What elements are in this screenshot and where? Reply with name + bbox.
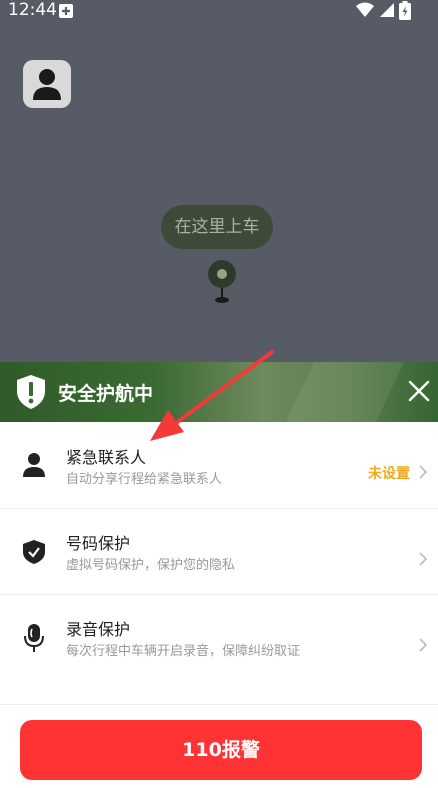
- battery-charging-icon: [399, 1, 411, 25]
- status-badge: 未设置: [368, 466, 410, 482]
- signal-icon: [378, 2, 394, 23]
- microphone-icon: [22, 623, 46, 657]
- chevron-right-icon: [418, 551, 428, 571]
- list-item-number-protection[interactable]: 号码保护 虚拟号码保护，保护您的隐私: [0, 510, 438, 596]
- list-item-emergency-contact[interactable]: 紧急联系人 自动分享行程给紧急联系人 未设置: [0, 422, 438, 508]
- pickup-label: 在这里上车: [161, 205, 273, 249]
- person-icon: [33, 69, 61, 100]
- divider: [0, 704, 438, 705]
- person-icon: [22, 452, 46, 482]
- divider: [0, 594, 438, 595]
- divider: [0, 508, 438, 509]
- row-subtitle: 每次行程中车辆开启录音，保障纠纷取证: [66, 644, 301, 659]
- close-icon[interactable]: [408, 380, 430, 406]
- safety-title: 安全护航中: [58, 383, 154, 405]
- row-title: 号码保护: [66, 534, 131, 553]
- row-title: 录音保护: [66, 620, 131, 639]
- row-title: 紧急联系人: [66, 448, 147, 467]
- shield-check-icon: [22, 539, 46, 569]
- row-subtitle: 虚拟号码保护，保护您的隐私: [66, 558, 236, 573]
- chevron-right-icon: [418, 464, 428, 484]
- status-bar: 12:44: [0, 0, 438, 24]
- shield-alert-icon: [16, 374, 46, 414]
- safety-banner: 安全护航中: [0, 362, 438, 422]
- call-110-button[interactable]: 110报警: [20, 720, 422, 780]
- row-subtitle: 自动分享行程给紧急联系人: [66, 472, 223, 487]
- banner-decoration: [286, 362, 404, 422]
- notification-icon: [58, 3, 74, 24]
- status-time: 12:44: [8, 0, 57, 20]
- user-avatar[interactable]: [23, 60, 71, 108]
- list-item-recording-protection[interactable]: 录音保护 每次行程中车辆开启录音，保障纠纷取证: [0, 596, 438, 682]
- location-pin-icon: [206, 258, 238, 310]
- wifi-icon: [356, 2, 374, 23]
- chevron-right-icon: [418, 637, 428, 657]
